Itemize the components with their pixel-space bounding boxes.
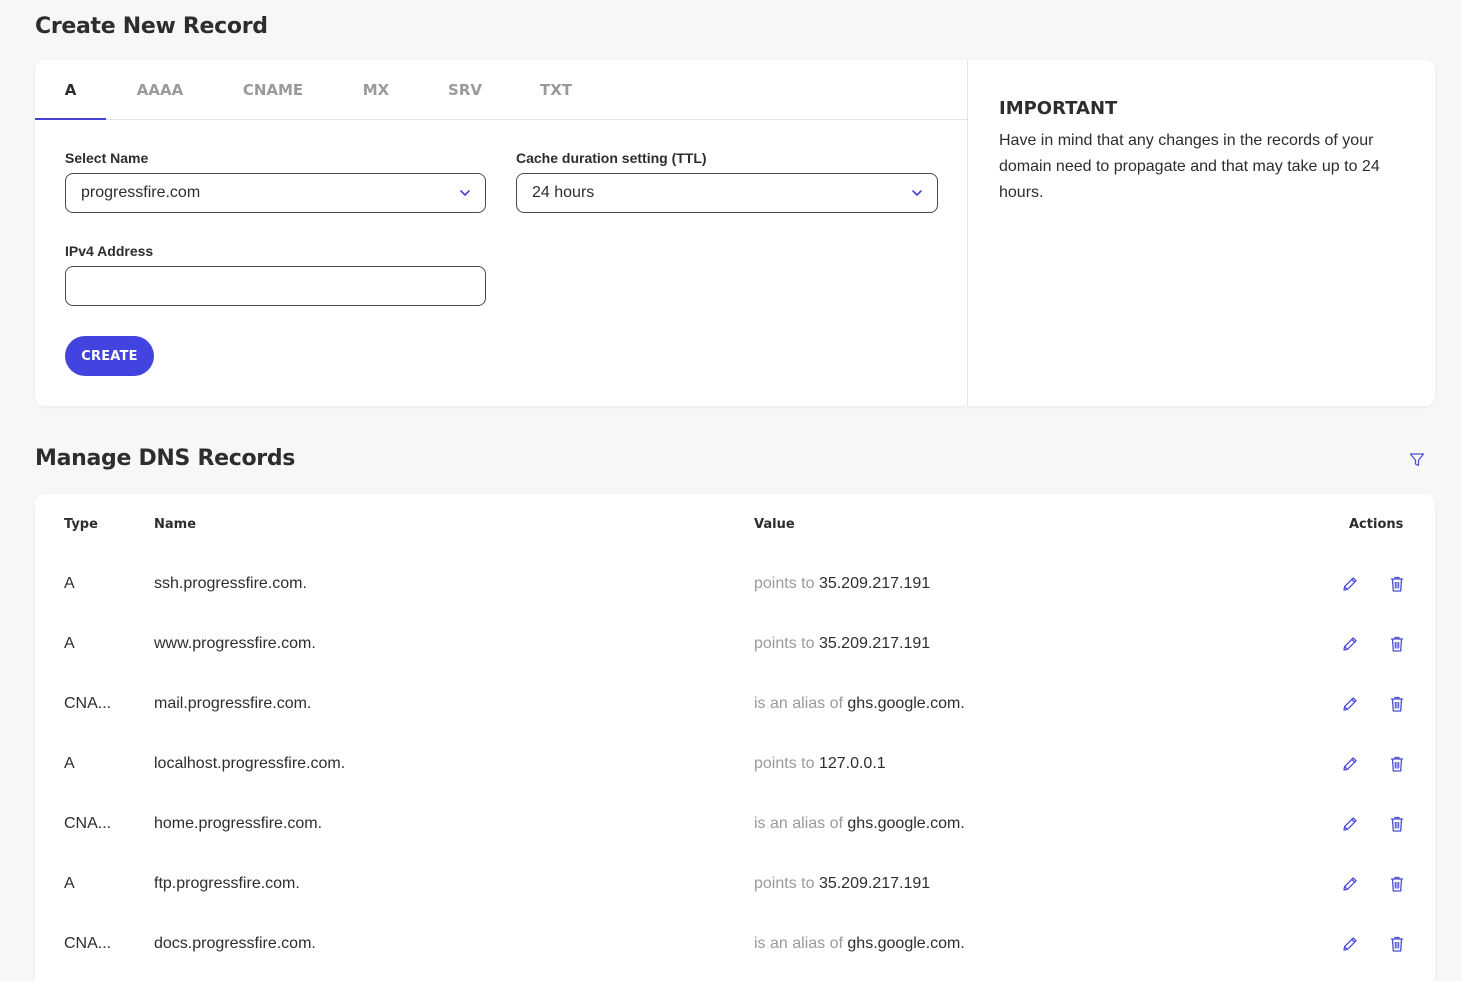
edit-icon[interactable] bbox=[1341, 635, 1359, 653]
create-button[interactable]: CREATE bbox=[65, 336, 154, 376]
column-actions: Actions bbox=[1349, 517, 1404, 532]
record-relation: is an alias of bbox=[754, 935, 843, 952]
chevron-down-icon bbox=[460, 190, 470, 196]
column-value: Value bbox=[754, 517, 795, 532]
tab-mx[interactable]: MX bbox=[353, 60, 399, 120]
ipv4-label: IPv4 Address bbox=[65, 243, 154, 259]
record-relation: points to bbox=[754, 755, 815, 772]
record-type-tabs: A AAAA CNAME MX SRV TXT bbox=[35, 60, 968, 120]
table-row: CNA... home.progressfire.com. is an alias … bbox=[35, 794, 1435, 854]
record-target: 35.209.217.191 bbox=[818, 575, 931, 592]
record-name: docs.progressfire.com. bbox=[154, 935, 316, 952]
table-row: CNA... mail.progressfire.com. is an alias … bbox=[35, 674, 1435, 734]
record-name: localhost.progressfire.com. bbox=[154, 755, 346, 772]
select-name-dropdown[interactable]: progressfire.com bbox=[65, 173, 486, 213]
create-record-title: Create New Record bbox=[35, 14, 268, 39]
record-type: CNA... bbox=[64, 935, 112, 952]
important-text: Have in mind that any changes in the rec… bbox=[999, 132, 1380, 201]
record-target: 35.209.217.191 bbox=[818, 635, 931, 652]
edit-icon[interactable] bbox=[1341, 695, 1359, 713]
trash-icon[interactable] bbox=[1388, 875, 1406, 893]
record-value: points to 35.209.217.191 bbox=[754, 635, 930, 653]
important-title: IMPORTANT bbox=[999, 98, 1118, 119]
record-type: A bbox=[64, 575, 75, 592]
record-relation: points to bbox=[754, 635, 815, 652]
table-row: Awww.progressfire.com. points to 35.209.2… bbox=[35, 614, 1435, 674]
create-record-card: A AAAA CNAME MX SRV TXT Select Name prog… bbox=[35, 60, 1435, 406]
ipv4-input[interactable] bbox=[65, 266, 486, 306]
record-relation: points to bbox=[754, 875, 815, 892]
record-value: is an alias of ghs.google.com. bbox=[754, 935, 965, 953]
select-name-label: Select Name bbox=[65, 150, 149, 166]
record-name: ssh.progressfire.com. bbox=[154, 575, 307, 592]
record-type: A bbox=[64, 875, 75, 892]
trash-icon[interactable] bbox=[1388, 815, 1406, 833]
dns-records-table: Type Name Value Actions Assh.progressfir… bbox=[35, 494, 1435, 981]
record-target: ghs.google.com. bbox=[847, 695, 965, 712]
tab-srv[interactable]: SRV bbox=[441, 60, 489, 120]
record-relation: points to bbox=[754, 575, 815, 592]
table-row: Alocalhost.progressfire.com. points to 12… bbox=[35, 734, 1435, 794]
edit-icon[interactable] bbox=[1341, 935, 1359, 953]
record-target: ghs.google.com. bbox=[847, 935, 965, 952]
record-type: A bbox=[64, 635, 75, 652]
table-row: CNA... docs.progressfire.com. is an alias … bbox=[35, 914, 1435, 974]
tab-a[interactable]: A bbox=[35, 60, 106, 120]
record-value: points to 35.209.217.191 bbox=[754, 575, 930, 593]
manage-records-title: Manage DNS Records bbox=[35, 446, 296, 471]
tab-cname[interactable]: CNAME bbox=[235, 60, 311, 120]
record-value: points to 35.209.217.191 bbox=[754, 875, 930, 893]
record-type: CNA... bbox=[64, 695, 112, 712]
column-name: Name bbox=[154, 517, 197, 532]
record-target: ghs.google.com. bbox=[847, 815, 965, 832]
record-name: ftp.progressfire.com. bbox=[154, 875, 300, 892]
ttl-value: 24 hours bbox=[532, 184, 595, 201]
dns-page: Create New Record A AAAA CNAME MX SRV TX… bbox=[0, 0, 1462, 981]
create-record-form: A AAAA CNAME MX SRV TXT Select Name prog… bbox=[35, 60, 968, 406]
record-value: is an alias of ghs.google.com. bbox=[754, 815, 965, 833]
chevron-down-icon bbox=[912, 190, 922, 196]
ttl-dropdown[interactable]: 24 hours bbox=[516, 173, 938, 213]
record-value: points to 127.0.0.1 bbox=[754, 755, 886, 773]
record-relation: is an alias of bbox=[754, 815, 843, 832]
record-type: CNA... bbox=[64, 815, 112, 832]
record-name: mail.progressfire.com. bbox=[154, 695, 312, 712]
select-name-value: progressfire.com bbox=[81, 184, 201, 201]
tab-txt[interactable]: TXT bbox=[532, 60, 580, 120]
table-row: Assh.progressfire.com. points to 35.209.2… bbox=[35, 554, 1435, 614]
record-target: 127.0.0.1 bbox=[818, 755, 886, 772]
ttl-label: Cache duration setting (TTL) bbox=[516, 150, 707, 166]
tab-aaaa[interactable]: AAAA bbox=[127, 60, 193, 120]
column-type: Type bbox=[64, 517, 98, 532]
edit-icon[interactable] bbox=[1341, 755, 1359, 773]
trash-icon[interactable] bbox=[1388, 935, 1406, 953]
edit-icon[interactable] bbox=[1341, 575, 1359, 593]
filter-icon[interactable] bbox=[1409, 452, 1425, 468]
record-name: home.progressfire.com. bbox=[154, 815, 323, 832]
trash-icon[interactable] bbox=[1388, 635, 1406, 653]
record-relation: is an alias of bbox=[754, 695, 843, 712]
trash-icon[interactable] bbox=[1388, 755, 1406, 773]
trash-icon[interactable] bbox=[1388, 695, 1406, 713]
edit-icon[interactable] bbox=[1341, 815, 1359, 833]
edit-icon[interactable] bbox=[1341, 875, 1359, 893]
record-name: www.progressfire.com. bbox=[154, 635, 316, 652]
record-value: is an alias of ghs.google.com. bbox=[754, 695, 965, 713]
trash-icon[interactable] bbox=[1388, 575, 1406, 593]
record-target: 35.209.217.191 bbox=[818, 875, 931, 892]
table-row: Aftp.progressfire.com. points to 35.209.2… bbox=[35, 854, 1435, 914]
record-type: A bbox=[64, 755, 75, 772]
